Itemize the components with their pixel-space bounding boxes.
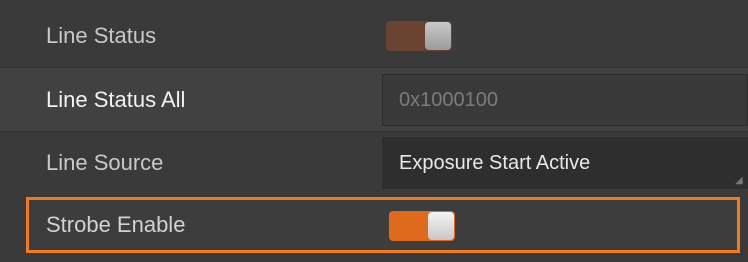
line-status-label: Line Status xyxy=(46,23,157,48)
resize-grip-icon: ◢ xyxy=(735,175,743,186)
line-source-dropdown[interactable]: Exposure Start Active ◢ xyxy=(382,137,748,189)
toggle-knob[interactable] xyxy=(425,22,451,50)
property-row-line-status-all: Line Status All 0x1000100 xyxy=(0,68,748,132)
line-status-all-value: 0x1000100 xyxy=(382,74,748,126)
properties-panel: Line Status Line Status All 0x1000100 Li… xyxy=(0,0,748,262)
line-source-label: Line Source xyxy=(46,150,164,175)
line-status-all-label: Line Status All xyxy=(46,87,186,112)
line-source-value: Exposure Start Active xyxy=(399,151,591,174)
property-row-line-status: Line Status xyxy=(0,4,748,68)
property-row-strobe-enable-highlighted: Strobe Enable xyxy=(26,197,740,253)
strobe-enable-toggle[interactable] xyxy=(389,211,455,241)
strobe-enable-label: Strobe Enable xyxy=(46,212,186,237)
property-row-line-source: Line Source Exposure Start Active ◢ xyxy=(0,131,748,195)
toggle-knob[interactable] xyxy=(428,212,454,240)
line-status-toggle[interactable] xyxy=(386,21,452,51)
